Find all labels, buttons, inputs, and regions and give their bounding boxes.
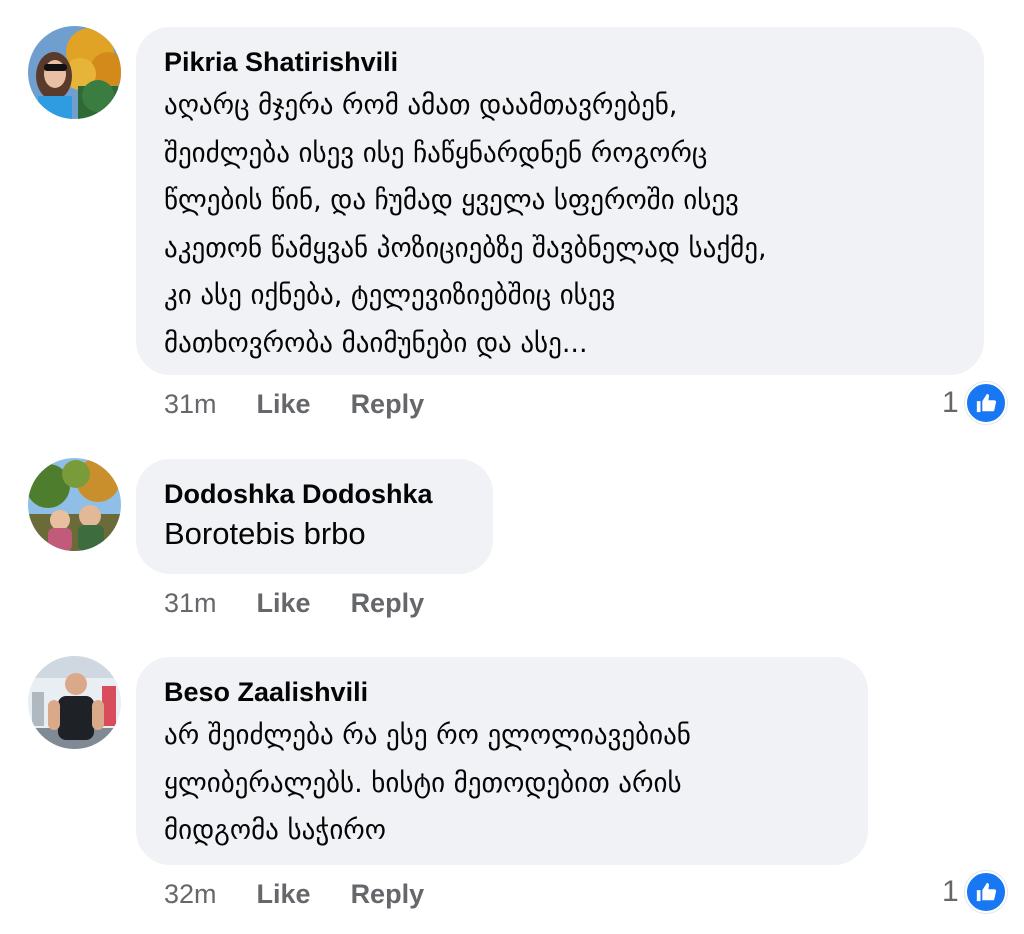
comment-text-line: მიდგომა საჭირო — [164, 815, 387, 846]
comment-author[interactable]: Beso Zaalishvili — [164, 675, 840, 709]
comment-actions: 31m Like Reply — [164, 588, 424, 619]
avatar[interactable] — [28, 26, 121, 119]
comment-text-line: კი ასე იქნება, ტელევიზიებშიც ისევ — [164, 280, 616, 311]
comment-text-line: ყლიბერალებს. ხისტი მეთოდებით არის — [164, 767, 682, 799]
avatar[interactable] — [28, 656, 121, 749]
comment-actions: 31m Like Reply — [164, 389, 424, 420]
reaction-summary[interactable]: 1 — [942, 871, 1007, 913]
comment-timestamp[interactable]: 32m — [164, 879, 217, 910]
comment-timestamp[interactable]: 31m — [164, 389, 217, 420]
thumbs-up-icon — [964, 871, 1007, 913]
thumbs-up-icon — [964, 382, 1007, 424]
comment-bubble: Beso Zaalishvili არ შეიძლება რა ესე რო ე… — [136, 657, 868, 865]
comment-author[interactable]: Dodoshka Dodoshka — [164, 477, 465, 511]
comment-text-line: მათხოვრობა მაიმუნები და ასე... — [164, 327, 588, 359]
reply-button[interactable]: Reply — [351, 588, 425, 619]
comment-bubble: Pikria Shatirishvili აღარც მჯერა რომ ამა… — [136, 27, 984, 375]
comment-text: Borotebis brbo — [164, 516, 366, 551]
comment-text-line: აკეთონ წამყვან პოზიციებზე შავბნელად საქმ… — [164, 232, 767, 264]
comment-author[interactable]: Pikria Shatirishvili — [164, 45, 956, 79]
reaction-count: 1 — [942, 386, 959, 419]
comment-text-line: არ შეიძლება რა ესე რო ელოლიავებიან — [164, 720, 691, 751]
avatar[interactable] — [28, 458, 121, 551]
comment-actions: 32m Like Reply — [164, 879, 424, 910]
comment-timestamp[interactable]: 31m — [164, 588, 217, 619]
reply-button[interactable]: Reply — [351, 879, 425, 910]
like-button[interactable]: Like — [257, 879, 311, 910]
reaction-summary[interactable]: 1 — [942, 382, 1007, 424]
like-button[interactable]: Like — [257, 588, 311, 619]
comment-text-line: აღარც მჯერა რომ ამათ დაამთავრებენ, — [164, 90, 678, 121]
reply-button[interactable]: Reply — [351, 389, 425, 420]
comment-bubble: Dodoshka Dodoshka Borotebis brbo — [136, 459, 493, 574]
comment-text-line: წლების წინ, და ჩუმად ყველა სფეროში ისევ — [164, 185, 739, 216]
comment-text-line: შეიძლება ისევ ისე ჩაწყნარდნენ როგორც — [164, 137, 708, 169]
like-button[interactable]: Like — [257, 389, 311, 420]
reaction-count: 1 — [942, 875, 959, 908]
